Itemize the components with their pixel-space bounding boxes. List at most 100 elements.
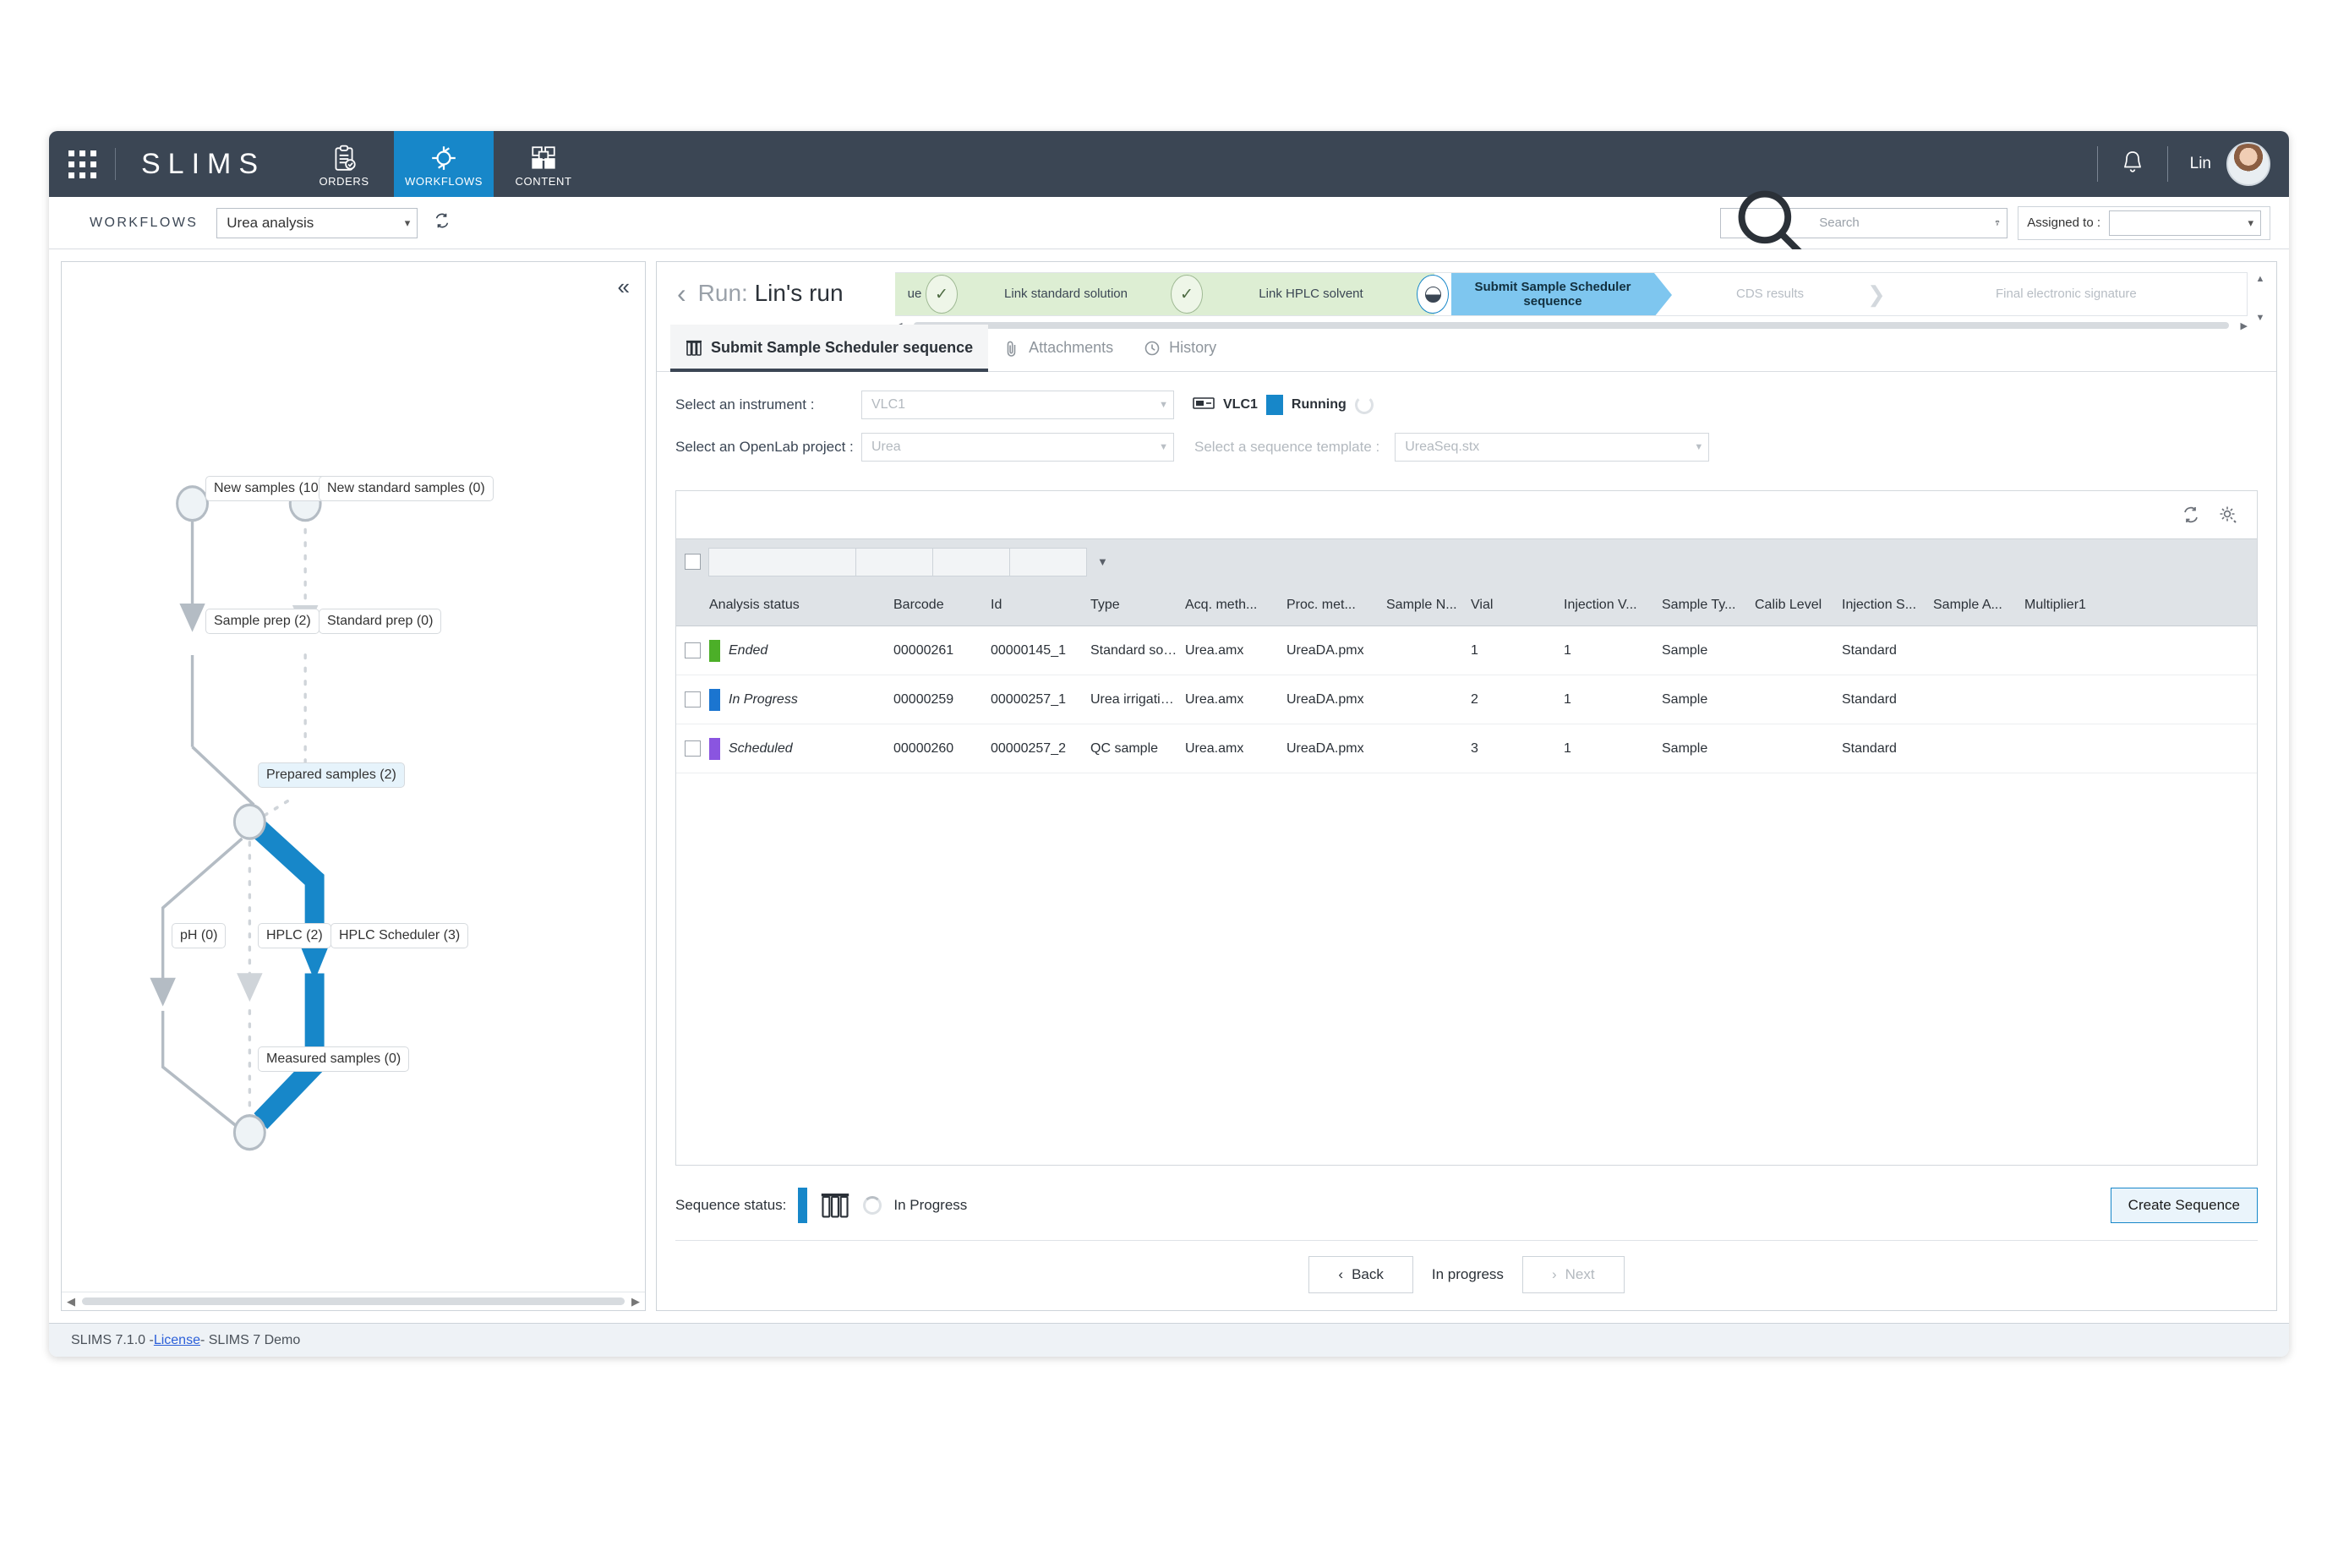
next-button[interactable]: › Next [1521, 1256, 1625, 1293]
assigned-to-group: Assigned to : ▾ [2018, 205, 2270, 240]
diagram-node-hplc[interactable]: HPLC (2) [258, 923, 331, 948]
diagram-node-ph[interactable]: pH (0) [172, 923, 227, 948]
instrument-status-text: Running [1291, 397, 1347, 412]
refresh-icon[interactable] [2181, 505, 2201, 525]
application-status-bar: SLIMS 7.1.0 - License - SLIMS 7 Demo [49, 1323, 2289, 1357]
search-box[interactable] [1720, 190, 2008, 257]
nav-item-content[interactable]: CONTENT [494, 131, 593, 197]
column-header-analysis-status[interactable]: Analysis status [709, 598, 893, 613]
row-injection-volume: 1 [1564, 691, 1571, 707]
tab-label-2: History [1169, 339, 1217, 356]
column-header-type[interactable]: Type [1090, 598, 1185, 613]
tab-history[interactable]: History [1128, 325, 1232, 371]
diagram-node-sample-prep[interactable]: Sample prep (2) [205, 609, 320, 634]
openlab-project-select[interactable]: Urea ▼ [861, 433, 1174, 462]
table-row[interactable]: In Progress 00000259 00000257_1 Urea irr… [676, 675, 2257, 724]
gear-icon[interactable] [2218, 505, 2238, 525]
column-header-barcode[interactable]: Barcode [893, 598, 991, 613]
instrument-select[interactable]: VLC1 ▼ [861, 391, 1174, 419]
tab-attachments[interactable]: Attachments [988, 325, 1128, 371]
diagram-node-measured-samples[interactable]: Measured samples (0) [258, 1046, 410, 1072]
spinner-icon [863, 1196, 882, 1215]
top-nav-right-group: Lin [2075, 131, 2289, 197]
column-header-sample-name[interactable]: Sample N... [1386, 598, 1471, 613]
scroll-up-arrow-icon[interactable]: ▲ [2256, 274, 2265, 284]
filter-cell-3[interactable] [1009, 547, 1087, 576]
column-header-sample-type[interactable]: Sample Ty... [1662, 598, 1755, 613]
steps-vertical-scroll-indicator[interactable]: ▲ ▼ [2253, 274, 2268, 323]
filter-funnel-icon[interactable] [1995, 215, 2000, 232]
column-header-sample-amount[interactable]: Sample A... [1933, 598, 2024, 613]
assigned-to-select[interactable]: ▾ [2109, 210, 2261, 236]
create-sequence-button[interactable]: Create Sequence [2110, 1188, 2258, 1223]
scroll-thumb[interactable] [82, 1298, 625, 1305]
brand-logo: SLIMS [141, 147, 266, 180]
diagram-node-new-samples[interactable]: New samples (10) [205, 476, 331, 501]
spinner-icon [1354, 396, 1374, 414]
scroll-left-arrow-icon[interactable]: ◀ [67, 1295, 75, 1308]
filter-cell-1[interactable] [855, 547, 933, 576]
column-header-injection-source[interactable]: Injection S... [1842, 598, 1933, 613]
diagram-horizontal-scrollbar[interactable]: ◀ ▶ [62, 1292, 645, 1310]
step-link-standard-solution[interactable]: Link standard solution [944, 273, 1188, 315]
sequence-template-select[interactable]: UreaSeq.stx ▼ [1395, 433, 1710, 462]
column-header-proc-method[interactable]: Proc. met... [1286, 598, 1386, 613]
column-header-id[interactable]: Id [991, 598, 1090, 613]
diagram-node-prepared-samples[interactable]: Prepared samples (2) [258, 762, 405, 788]
instrument-row: Select an instrument : VLC1 ▼ VLC1 Runni… [675, 391, 2276, 419]
table-row[interactable]: Scheduled 00000260 00000257_2 QC sample … [676, 724, 2257, 773]
nav-item-workflows[interactable]: WORKFLOWS [394, 131, 494, 197]
column-header-acq-method[interactable]: Acq. meth... [1185, 598, 1286, 613]
diagram-node-new-standard-samples[interactable]: New standard samples (0) [319, 476, 494, 501]
filter-dropdown-icon[interactable]: ▼ [1097, 555, 1108, 568]
column-header-multiplier1[interactable]: Multiplier1 [2024, 598, 2117, 613]
step-submit-sample-scheduler-sequence[interactable]: Submit Sample Scheduler sequence [1451, 273, 1672, 315]
column-header-vial[interactable]: Vial [1471, 598, 1564, 613]
row-checkbox[interactable] [685, 642, 701, 658]
assigned-to-label: Assigned to : [2027, 216, 2100, 230]
scroll-down-arrow-icon[interactable]: ▼ [2256, 313, 2265, 323]
chevron-down-icon-2: ▾ [2248, 216, 2253, 229]
filter-cell-0[interactable] [708, 547, 856, 576]
step-link-hplc-solvent[interactable]: Link HPLC solvent [1188, 273, 1434, 315]
workflow-select[interactable]: Urea analysis ▾ [216, 207, 418, 238]
app-grid-icon[interactable] [49, 131, 115, 197]
instrument-select-value: VLC1 [871, 397, 906, 412]
column-header-calib-level[interactable]: Calib Level [1755, 598, 1842, 613]
back-button[interactable]: ‹ Back [1308, 1256, 1413, 1293]
filter-row-checkbox[interactable] [685, 554, 701, 570]
search-input[interactable] [1819, 216, 1988, 230]
steps-scroll-right-icon[interactable]: ▶ [2241, 320, 2248, 331]
table-row[interactable]: Ended 00000261 00000145_1 Standard solu.… [676, 626, 2257, 675]
refresh-workflows-button[interactable] [433, 211, 451, 234]
row-sample-type: Sample [1662, 740, 1708, 756]
clipboard-icon [335, 145, 356, 171]
table-toolbar [676, 491, 2257, 538]
row-injection-source: Standard [1842, 691, 1897, 707]
nav-item-orders[interactable]: ORDERS [294, 131, 394, 197]
chevron-down-icon: ▾ [404, 216, 411, 229]
notifications-button[interactable] [2120, 148, 2145, 181]
demo-text: - SLIMS 7 Demo [199, 1332, 301, 1347]
license-link[interactable]: License [154, 1333, 200, 1348]
tab-submit-sample-scheduler-sequence[interactable]: Submit Sample Scheduler sequence [670, 325, 989, 372]
diagram-node-hplc-scheduler[interactable]: HPLC Scheduler (3) [330, 923, 469, 948]
step-cds-results[interactable]: CDS results [1673, 273, 1867, 315]
chevron-left-icon[interactable]: ‹ [674, 278, 698, 309]
project-select-value: Urea [871, 440, 901, 454]
sequence-status-bar: Sequence status: In Progress Create Sequ… [657, 1166, 2276, 1223]
row-id: 00000145_1 [991, 642, 1066, 658]
row-injection-volume: 1 [1564, 642, 1571, 658]
scroll-right-arrow-icon[interactable]: ▶ [631, 1295, 640, 1308]
row-checkbox[interactable] [685, 691, 701, 708]
run-title-value: Lin's run [754, 280, 844, 306]
row-sample-type: Sample [1662, 691, 1708, 707]
step-label-0: ue [907, 287, 922, 302]
filter-cell-2[interactable] [932, 547, 1010, 576]
step-final-electronic-signature[interactable]: Final electronic signature [1885, 273, 2247, 315]
row-injection-source: Standard [1842, 642, 1897, 658]
row-checkbox[interactable] [685, 740, 701, 757]
diagram-node-standard-prep[interactable]: Standard prep (0) [319, 609, 442, 634]
column-header-injection-volume[interactable]: Injection V... [1564, 598, 1662, 613]
avatar[interactable] [2226, 142, 2270, 186]
